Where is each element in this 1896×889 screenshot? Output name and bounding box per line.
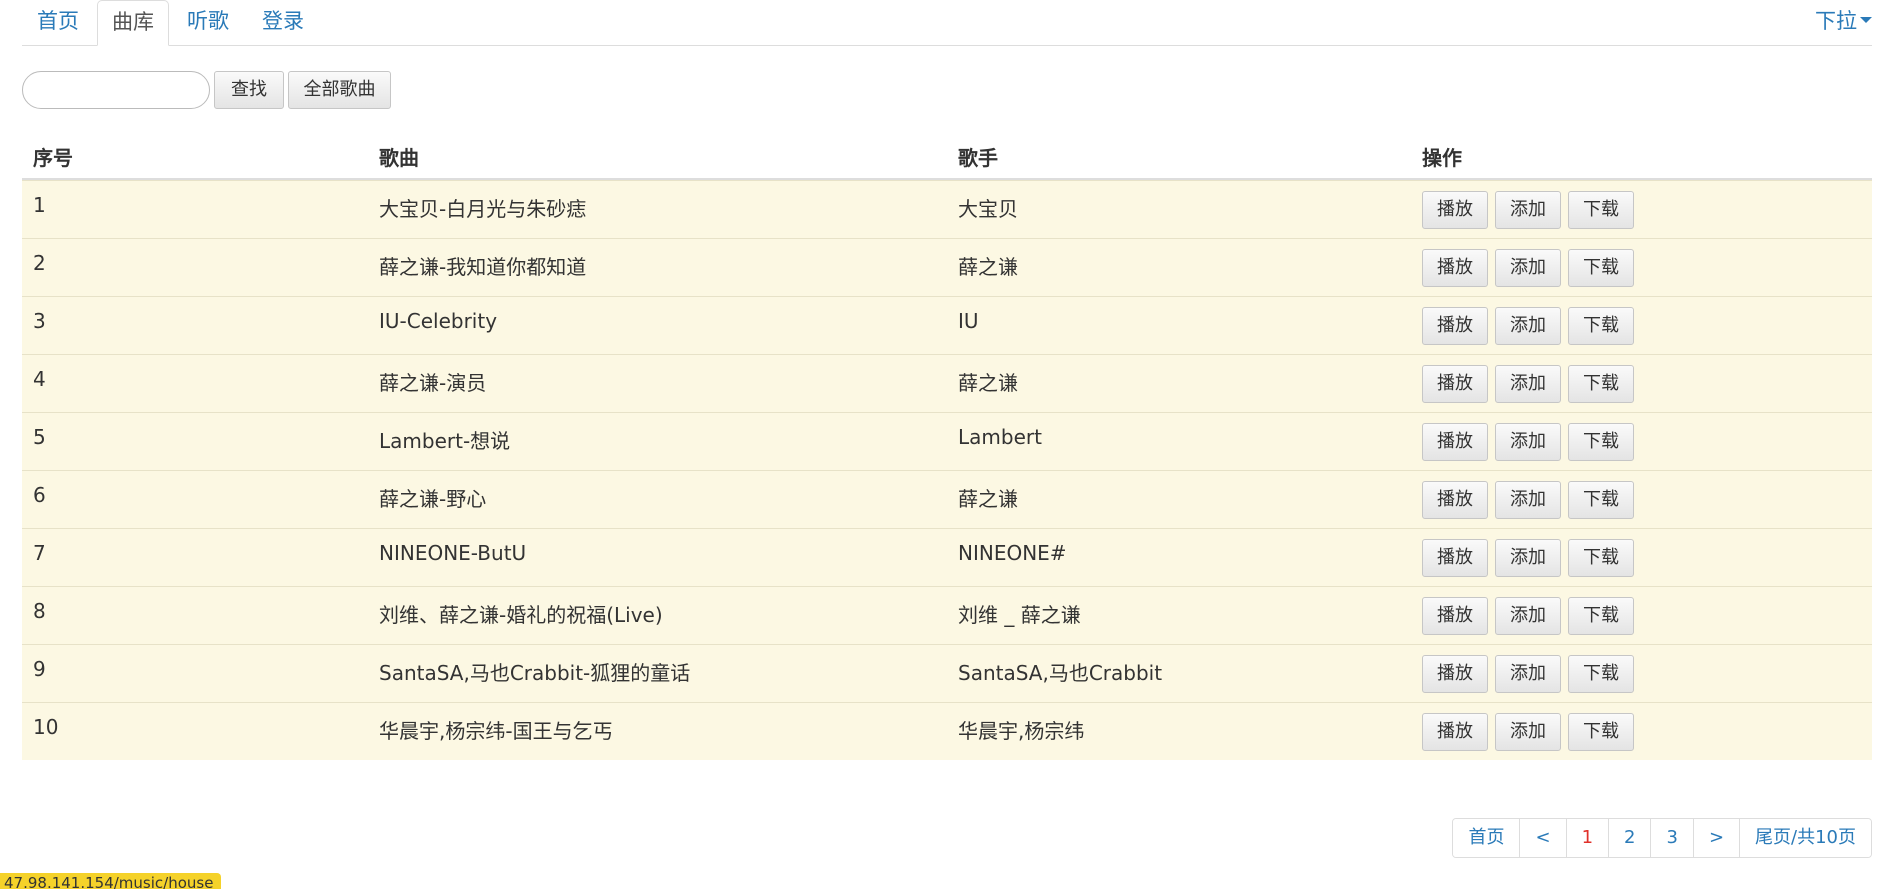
dropdown-menu[interactable]: 下拉 [1815,0,1872,45]
play-button[interactable]: 播放 [1422,481,1488,519]
table-row: 5 Lambert-想说 Lambert 播放 添加 下载 [22,412,1872,470]
artist-name: 薛之谦 [958,371,1018,395]
table-row: 10 华晨宇,杨宗纬-国王与乞丐 华晨宇,杨宗纬 播放 添加 下载 [22,702,1872,760]
search-input[interactable] [22,71,210,109]
page-link-3[interactable]: 3 [1650,819,1693,857]
add-button[interactable]: 添加 [1495,655,1561,693]
row-number: 1 [33,193,46,217]
tab-home[interactable]: 首页 [22,0,94,45]
row-number: 3 [33,309,46,333]
table-row: 9 SantaSA,马也Crabbit-狐狸的童话 SantaSA,马也Crabbi… [22,644,1872,702]
dropdown-label: 下拉 [1815,9,1857,33]
status-url: 47.98.141.154/music/house [0,873,222,889]
add-button[interactable]: 添加 [1495,307,1561,345]
song-title: 薛之谦-演员 [379,371,487,395]
add-button[interactable]: 添加 [1495,539,1561,577]
header-artist: 歌手 [958,146,998,170]
play-button[interactable]: 播放 [1422,307,1488,345]
table-row: 6 薛之谦-野心 薛之谦 播放 添加 下载 [22,470,1872,528]
download-button[interactable]: 下载 [1568,249,1634,287]
download-button[interactable]: 下载 [1568,655,1634,693]
all-songs-button[interactable]: 全部歌曲 [288,71,391,109]
song-title: 华晨宇,杨宗纬-国王与乞丐 [379,719,613,743]
pagination: 首页 < 1 2 3 > 尾页/共10页 [1452,818,1872,858]
song-table: 序号 歌曲 歌手 操作 1 大宝贝-白月光与朱砂痣 大宝贝 播放 添加 下载 2 薛之谦-我知… [22,132,1872,760]
play-button[interactable]: 播放 [1422,249,1488,287]
artist-name: Lambert [958,425,1042,449]
song-title: 刘维、薛之谦-婚礼的祝福(Live) [379,603,663,627]
row-number: 10 [33,715,59,739]
download-button[interactable]: 下载 [1568,365,1634,403]
tab-login[interactable]: 登录 [247,0,319,45]
play-button[interactable]: 播放 [1422,423,1488,461]
row-number: 7 [33,541,46,565]
play-button[interactable]: 播放 [1422,191,1488,229]
download-button[interactable]: 下载 [1568,423,1634,461]
tab-library[interactable]: 曲库 [97,0,169,46]
table-row: 1 大宝贝-白月光与朱砂痣 大宝贝 播放 添加 下载 [22,180,1872,238]
song-title: 薛之谦-我知道你都知道 [379,255,587,279]
play-button[interactable]: 播放 [1422,365,1488,403]
artist-name: 薛之谦 [958,255,1018,279]
artist-name: 大宝贝 [958,197,1018,221]
page-first-link[interactable]: 首页 [1453,819,1520,857]
table-row: 7 NINEONE-ButU NINEONE# 播放 添加 下载 [22,528,1872,586]
header-song: 歌曲 [379,146,419,170]
page-link-2[interactable]: 2 [1608,819,1651,857]
add-button[interactable]: 添加 [1495,423,1561,461]
song-title: IU-Celebrity [379,309,498,333]
table-row: 8 刘维、薛之谦-婚礼的祝福(Live) 刘维 _ 薛之谦 播放 添加 下载 [22,586,1872,644]
artist-name: 薛之谦 [958,487,1018,511]
page-link-1[interactable]: 1 [1565,819,1609,857]
add-button[interactable]: 添加 [1495,191,1561,229]
header-number: 序号 [33,146,73,170]
artist-name: SantaSA,马也Crabbit [958,661,1163,685]
song-title: 大宝贝-白月光与朱砂痣 [379,197,587,221]
caret-down-icon [1860,17,1872,23]
page-last-link[interactable]: 尾页/共10页 [1739,819,1871,857]
download-button[interactable]: 下载 [1568,539,1634,577]
header-actions: 操作 [1422,146,1462,170]
table-row: 4 薛之谦-演员 薛之谦 播放 添加 下载 [22,354,1872,412]
page: 首页 曲库 听歌 登录 下拉 查找 全部歌曲 序号 歌曲 歌手 操作 1 大宝贝-… [0,0,1896,889]
add-button[interactable]: 添加 [1495,597,1561,635]
artist-name: 华晨宇,杨宗纬 [958,719,1085,743]
row-number: 9 [33,657,46,681]
tab-listen[interactable]: 听歌 [172,0,244,45]
row-number: 5 [33,425,46,449]
table-body: 1 大宝贝-白月光与朱砂痣 大宝贝 播放 添加 下载 2 薛之谦-我知道你都知道 薛之谦 播放 添加… [22,180,1872,760]
song-title: 薛之谦-野心 [379,487,487,511]
row-number: 8 [33,599,46,623]
song-title: SantaSA,马也Crabbit-狐狸的童话 [379,661,691,685]
table-row: 3 IU-Celebrity IU 播放 添加 下载 [22,296,1872,354]
artist-name: 刘维 _ 薛之谦 [958,603,1081,627]
play-button[interactable]: 播放 [1422,597,1488,635]
download-button[interactable]: 下载 [1568,191,1634,229]
add-button[interactable]: 添加 [1495,249,1561,287]
download-button[interactable]: 下载 [1568,713,1634,751]
artist-name: NINEONE# [958,541,1067,565]
table-row: 2 薛之谦-我知道你都知道 薛之谦 播放 添加 下载 [22,238,1872,296]
add-button[interactable]: 添加 [1495,365,1561,403]
add-button[interactable]: 添加 [1495,481,1561,519]
artist-name: IU [958,309,979,333]
download-button[interactable]: 下载 [1568,597,1634,635]
row-number: 2 [33,251,46,275]
song-title: NINEONE-ButU [379,541,527,565]
download-button[interactable]: 下载 [1568,481,1634,519]
row-number: 4 [33,367,46,391]
row-number: 6 [33,483,46,507]
play-button[interactable]: 播放 [1422,655,1488,693]
table-header: 序号 歌曲 歌手 操作 [22,132,1872,180]
song-title: Lambert-想说 [379,429,511,453]
add-button[interactable]: 添加 [1495,713,1561,751]
page-next-link[interactable]: > [1692,819,1740,857]
page-prev-link[interactable]: < [1519,819,1566,857]
download-button[interactable]: 下载 [1568,307,1634,345]
play-button[interactable]: 播放 [1422,713,1488,751]
play-button[interactable]: 播放 [1422,539,1488,577]
find-button[interactable]: 查找 [214,71,284,109]
nav-tabs: 首页 曲库 听歌 登录 下拉 [22,0,1872,46]
